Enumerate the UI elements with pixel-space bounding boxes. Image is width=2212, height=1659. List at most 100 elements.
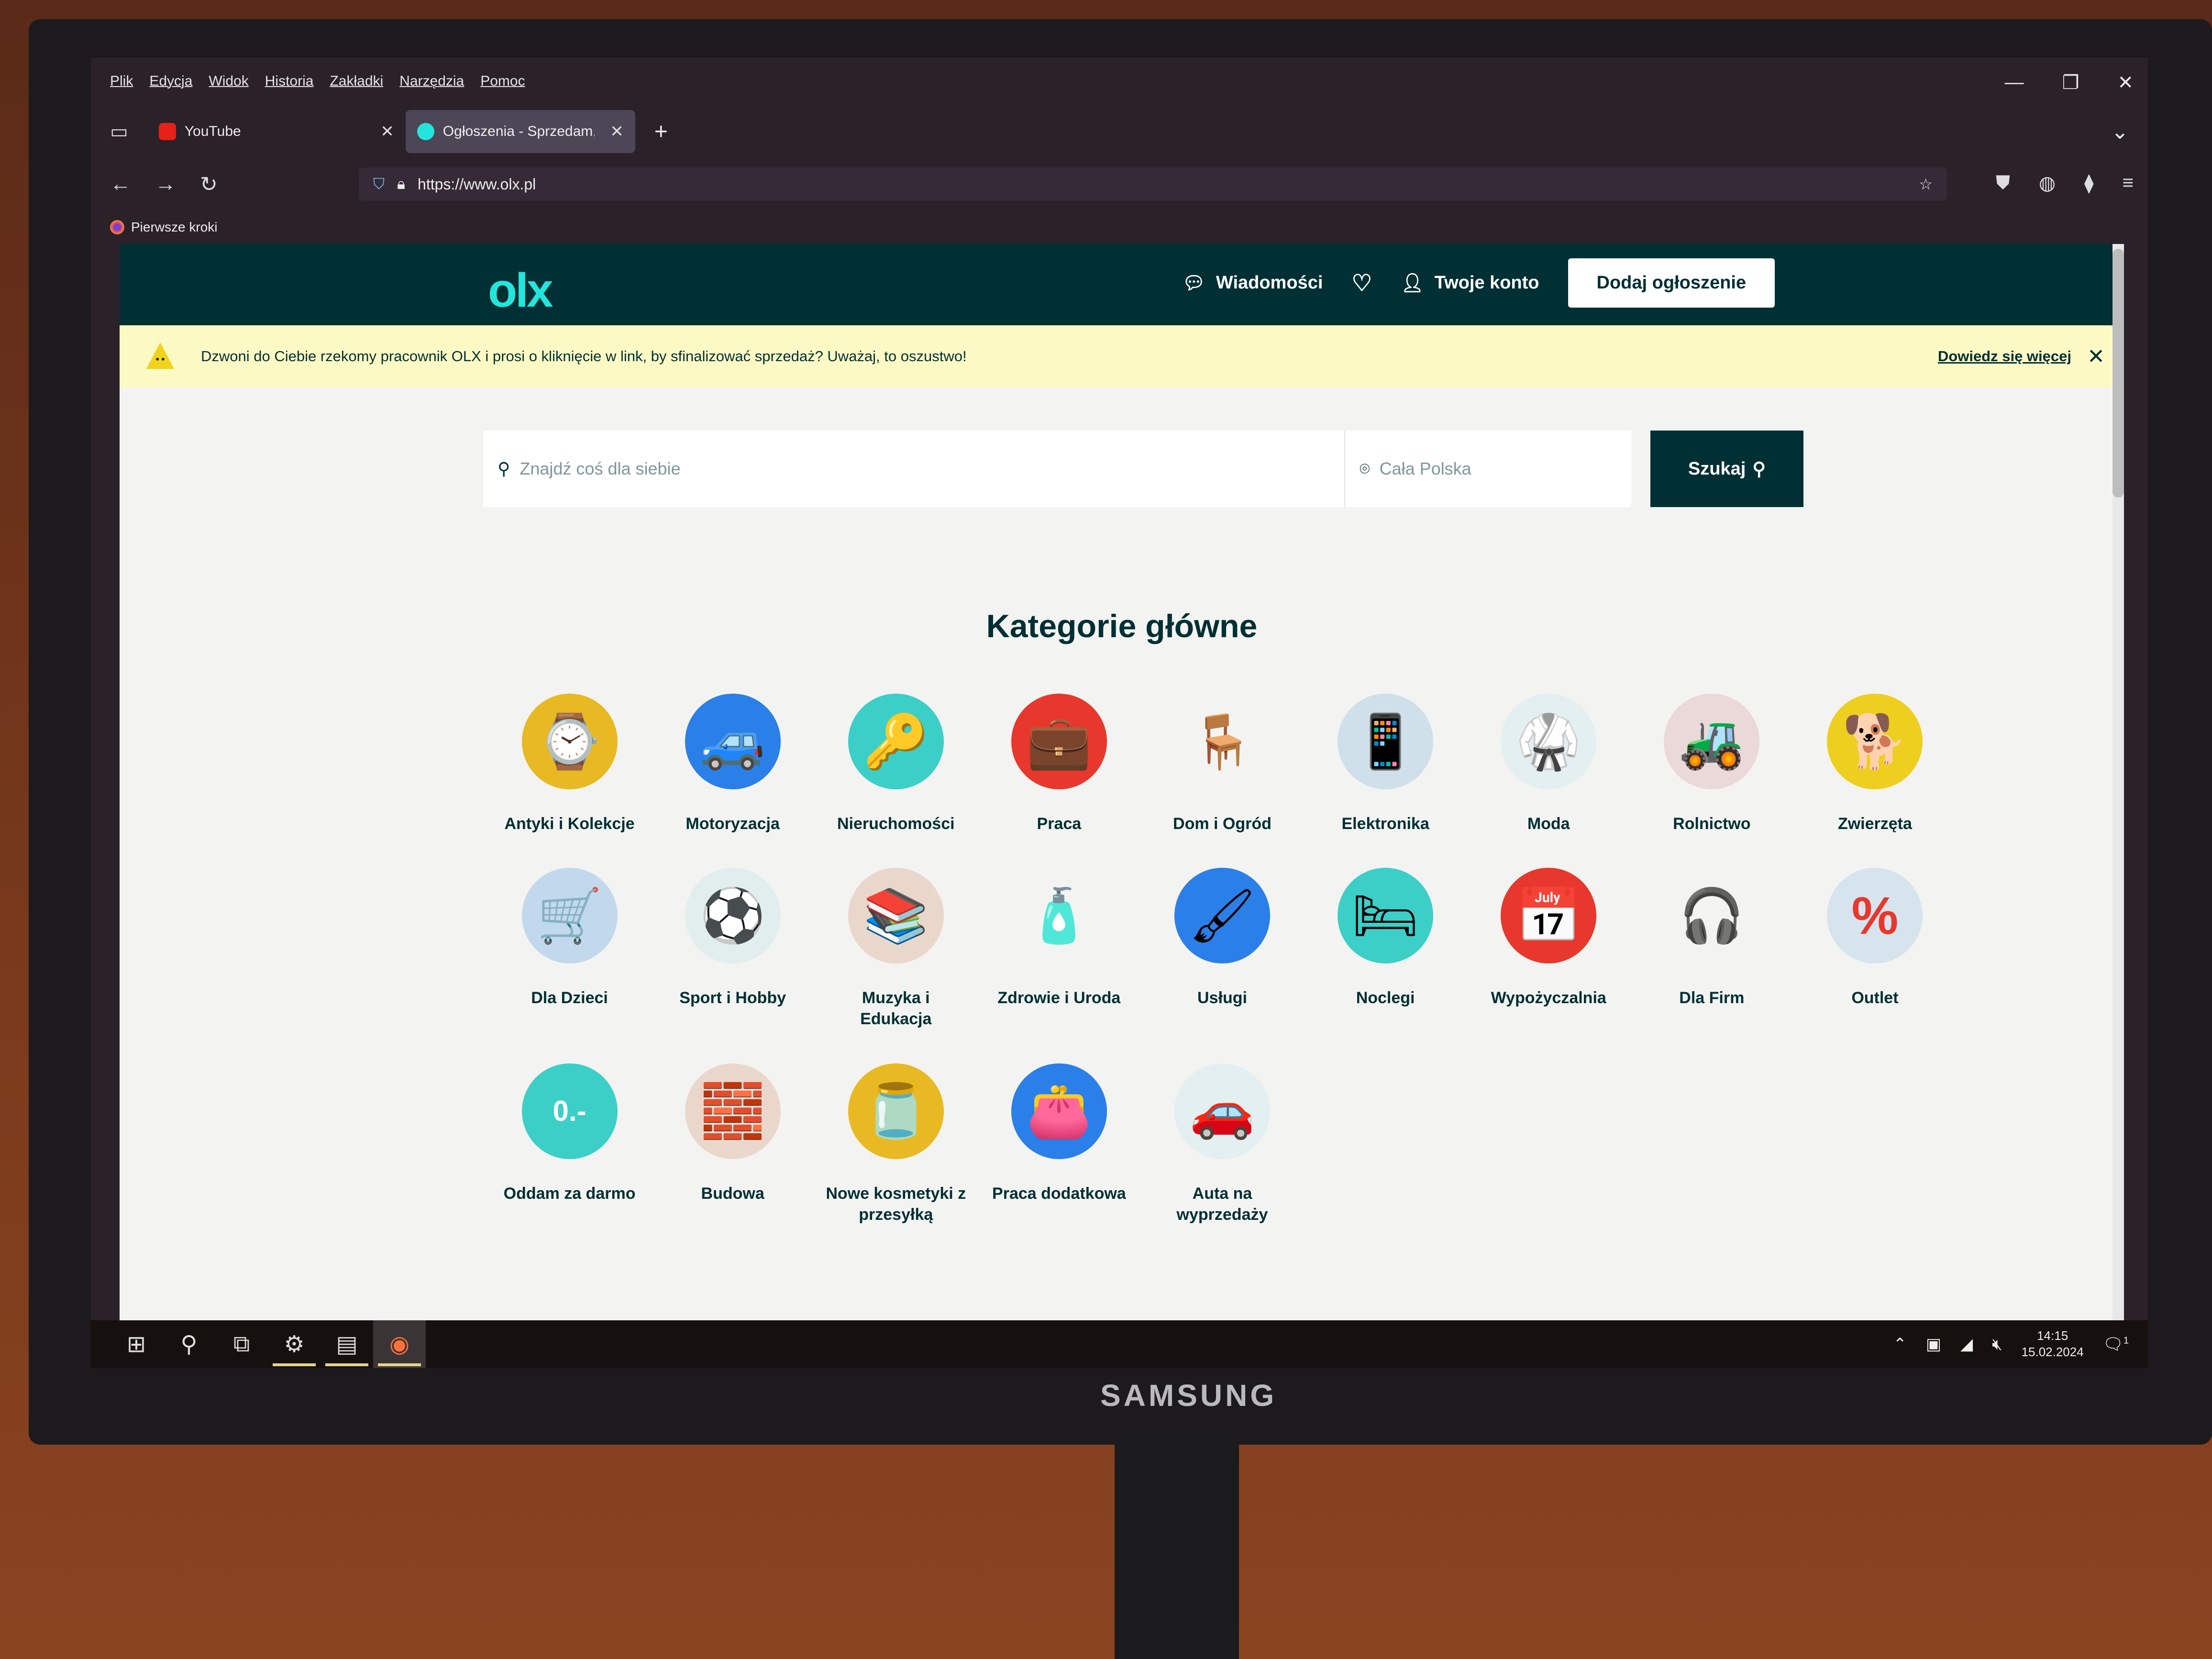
category-icon: 🖌 [1174, 868, 1270, 964]
firefox-view-icon[interactable]: ▭ [110, 121, 128, 143]
reload-icon[interactable]: ↻ [200, 172, 218, 197]
screen: Plik Edycja Widok Historia Zakładki Narzędzia… [91, 57, 2148, 1368]
search-icon[interactable]: ⚲ [163, 1320, 215, 1368]
minimize-button[interactable]: — [2005, 72, 2024, 94]
network-icon[interactable]: ◢ [1960, 1335, 1973, 1354]
bookmark-pierwsze-kroki[interactable]: Pierwsze kroki [131, 220, 217, 235]
account-link[interactable]: 👤︎ Twoje konto [1401, 273, 1539, 294]
tab-title: Ogłoszenia - Sprzedam, kupię n [442, 123, 595, 139]
category-item[interactable]: 📚 Muzyka i Edukacja [814, 868, 977, 1029]
chat-bubble-icon: 💬︎ [1182, 273, 1206, 293]
url-bar[interactable]: ⛉ 🔒︎ https://www.olx.pl ☆ [359, 167, 1947, 201]
category-item[interactable]: 🐕 Zwierzęta [1793, 694, 1957, 834]
close-tab-icon[interactable]: ✕ [610, 122, 624, 141]
category-label: Praca [1037, 815, 1082, 833]
show-hidden-icons-chevron-icon[interactable]: ⌃ [1893, 1335, 1907, 1354]
category-item[interactable]: 🧴 Zdrowie i Uroda [977, 868, 1140, 1029]
search-input[interactable]: ⚲ Znajdź coś dla siebie [483, 431, 1344, 507]
tab-youtube[interactable]: YouTube ✕ [147, 110, 406, 153]
menu-item-3[interactable]: Historia [265, 73, 314, 89]
lock-icon[interactable]: 🔒︎ [397, 175, 405, 193]
taskbar-icons: ⊞ ⚲ ⧉ ⚙ ▤ ◉ [110, 1320, 426, 1368]
category-label: Praca dodatkowa [992, 1184, 1126, 1203]
category-icon: 🐕 [1827, 694, 1923, 789]
notifications-icon[interactable]: 🗨︎1 [2103, 1335, 2129, 1354]
volume-muted-icon[interactable]: 🔇︎ [1992, 1335, 2002, 1354]
messages-link[interactable]: 💬︎ Wiadomości [1183, 273, 1323, 294]
category-item[interactable]: 🔑 Nieruchomości [814, 694, 977, 834]
scrollbar-thumb[interactable] [2112, 249, 2124, 498]
category-item[interactable]: 🚜 Rolnictwo [1630, 694, 1793, 834]
settings-icon[interactable]: ⚙ [268, 1320, 321, 1368]
windows-start-icon[interactable]: ⊞ [110, 1320, 163, 1368]
account-icon[interactable]: ◍ [2039, 172, 2056, 194]
category-item[interactable]: 📱 Elektronika [1304, 694, 1467, 834]
tab-list-icon[interactable]: ⌄ [2111, 120, 2129, 144]
category-item[interactable]: 🛏 Noclegi [1304, 868, 1467, 1029]
menu-icon[interactable]: ≡ [2123, 172, 2134, 194]
category-icon: 🚙 [685, 694, 781, 789]
categories-title: Kategorie główne [986, 608, 1258, 644]
back-icon[interactable]: ← [110, 172, 131, 196]
tab-olx[interactable]: Ogłoszenia - Sprzedam, kupię n ✕ [405, 110, 635, 153]
menu-item-4[interactable]: Zakładki [330, 73, 383, 89]
close-tab-icon[interactable]: ✕ [380, 122, 394, 141]
menu-item-2[interactable]: Widok [209, 73, 248, 89]
category-item[interactable]: 🪑 Dom i Ogród [1140, 694, 1304, 834]
task-view-icon[interactable]: ⧉ [215, 1320, 268, 1368]
system-tray: ⌃ ▣ ◢ 🔇︎ 14:15 15.02.2024 🗨︎1 [1893, 1320, 2129, 1368]
close-alert-icon[interactable]: ✕ [2087, 344, 2105, 369]
menu-item-1[interactable]: Edycja [149, 73, 192, 89]
category-item[interactable]: 🚙 Motoryzacja [651, 694, 814, 834]
category-icon: 📚 [848, 868, 944, 964]
favorites-heart-icon[interactable]: ♡ [1351, 270, 1372, 297]
close-window-button[interactable]: ✕ [2117, 72, 2134, 94]
category-item[interactable]: 🚗 Auta na wyprzedaży [1140, 1063, 1304, 1225]
device-icon[interactable]: ▣ [1926, 1335, 1941, 1354]
category-item[interactable]: 🖌 Usługi [1140, 868, 1304, 1029]
category-item[interactable]: % Outlet [1793, 868, 1957, 1029]
category-item[interactable]: ⌚ Antyki i Kolekcje [488, 694, 651, 834]
olx-logo[interactable]: olx [488, 263, 553, 318]
search-button[interactable]: Szukaj ⚲ [1650, 431, 1803, 507]
category-label: Noclegi [1356, 989, 1415, 1007]
category-item[interactable]: 👛 Praca dodatkowa [977, 1063, 1140, 1225]
forward-icon[interactable]: → [155, 172, 176, 196]
category-icon: 🚗 [1174, 1063, 1270, 1159]
restore-button[interactable]: ❐ [2062, 72, 2079, 94]
category-item[interactable]: 🫙 Nowe kosmetyki z przesyłką [814, 1063, 977, 1225]
menu-item-6[interactable]: Pomoc [480, 73, 525, 89]
clock[interactable]: 14:15 15.02.2024 [2022, 1328, 2084, 1360]
category-item[interactable]: 0.- Oddam za darmo [488, 1063, 651, 1225]
extensions-icon[interactable]: ⧫ [2084, 172, 2094, 194]
category-item[interactable]: 🥋 Moda [1467, 694, 1630, 834]
learn-more-link[interactable]: Dowiedz się więcej [1938, 348, 2071, 365]
category-icon: 📱 [1338, 694, 1434, 789]
shield-icon[interactable]: ⛉ [373, 175, 385, 193]
category-item[interactable]: ⚽ Sport i Hobby [651, 868, 814, 1029]
category-icon: 📅 [1501, 868, 1597, 964]
menu-item-5[interactable]: Narzędzia [399, 73, 464, 89]
app-icon[interactable]: ▤ [321, 1320, 373, 1368]
location-input[interactable]: ⌾ Cała Polska [1344, 431, 1631, 507]
new-tab-button[interactable]: + [654, 119, 668, 145]
category-icon: 🧱 [685, 1063, 781, 1159]
category-item[interactable]: 📅 Wypożyczalnia [1467, 868, 1630, 1029]
url-text[interactable]: https://www.olx.pl [418, 176, 536, 193]
page-scrollbar[interactable] [2112, 244, 2124, 1320]
menu-item-0[interactable]: Plik [110, 73, 133, 89]
firefox-icon[interactable]: ◉ [373, 1320, 426, 1368]
pocket-icon[interactable]: ⛊ [1996, 172, 2010, 194]
olx-favicon-icon [417, 123, 434, 140]
add-listing-button[interactable]: Dodaj ogłoszenie [1568, 258, 1775, 308]
search-icon: ⚲ [498, 459, 510, 478]
tab-title: YouTube [184, 123, 241, 139]
bookmark-star-icon[interactable]: ☆ [1919, 175, 1933, 193]
category-item[interactable]: 💼 Praca [977, 694, 1140, 834]
category-label: Nowe kosmetyki z przesyłką [826, 1184, 966, 1224]
account-label: Twoje konto [1434, 273, 1539, 293]
category-item[interactable]: 🛒 Dla Dzieci [488, 868, 651, 1029]
windows-taskbar: ⊞ ⚲ ⧉ ⚙ ▤ ◉ ⌃ ▣ ◢ 🔇︎ 14:15 15.02.2024 🗨︎1 [91, 1320, 2148, 1368]
category-item[interactable]: 🧱 Budowa [651, 1063, 814, 1225]
category-item[interactable]: 🎧 Dla Firm [1630, 868, 1793, 1029]
